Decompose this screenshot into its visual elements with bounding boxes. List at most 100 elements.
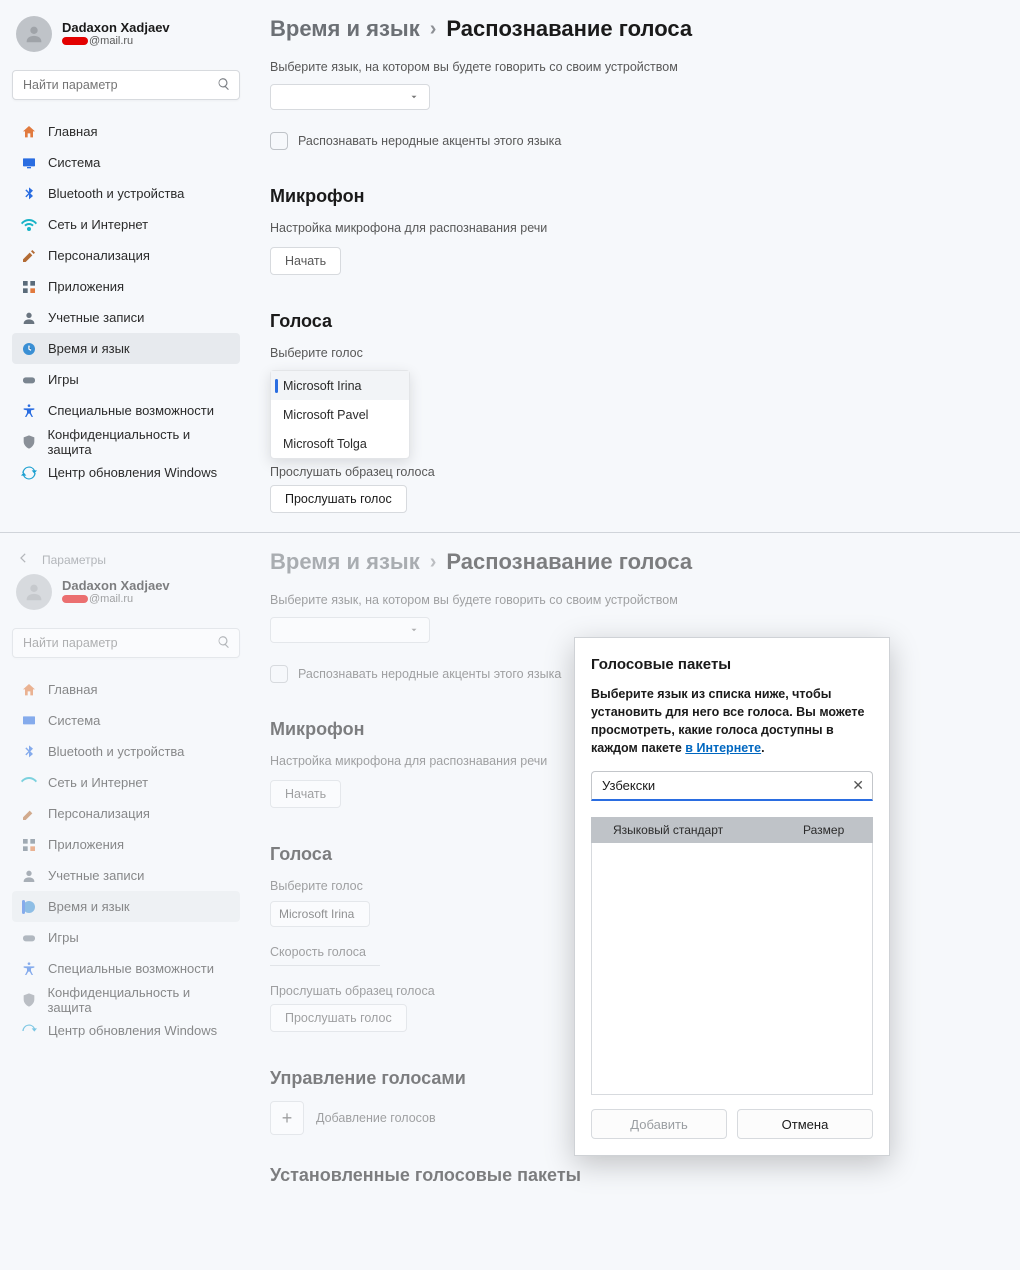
sidebar-item-privacy[interactable]: Конфиденциальность и защита	[12, 426, 240, 457]
voice-option[interactable]: Microsoft Pavel	[271, 400, 409, 429]
chevron-right-icon: ›	[430, 18, 437, 41]
accessibility-icon	[20, 402, 38, 420]
gaming-icon	[20, 929, 38, 947]
breadcrumb-parent[interactable]: Время и язык	[270, 16, 420, 42]
update-icon	[20, 1022, 38, 1040]
dialog-cancel-button[interactable]: Отмена	[737, 1109, 873, 1139]
internet-link[interactable]: в Интернете	[685, 741, 761, 755]
breadcrumb-parent[interactable]: Время и язык	[270, 549, 420, 575]
sidebar-item-accounts[interactable]: Учетные записи	[12, 860, 240, 891]
update-icon	[20, 464, 38, 482]
language-search-input[interactable]: ✕	[591, 771, 873, 801]
breadcrumb: Время и язык › Распознавание голоса	[270, 545, 980, 591]
sidebar-item-privacy[interactable]: Конфиденциальность и защита	[12, 984, 240, 1015]
breadcrumb: Время и язык › Распознавание голоса	[270, 12, 980, 58]
sidebar-item-network[interactable]: Сеть и Интернет	[12, 209, 240, 240]
network-icon	[20, 216, 38, 234]
sidebar-item-system[interactable]: Система	[12, 147, 240, 178]
microphone-description: Настройка микрофона для распознавания ре…	[270, 219, 980, 237]
microphone-start-button[interactable]: Начать	[270, 247, 341, 275]
bluetooth-icon	[20, 185, 38, 203]
accents-label: Распознавать неродные акценты этого язык…	[298, 134, 561, 148]
sidebar-item-home[interactable]: Главная	[12, 674, 240, 705]
dialog-title: Голосовые пакеты	[591, 656, 873, 673]
voice-option[interactable]: Microsoft Tolga	[271, 429, 409, 458]
sidebar-item-update[interactable]: Центр обновления Windows	[12, 1015, 240, 1046]
sidebar-item-time-language[interactable]: Время и язык	[12, 333, 240, 364]
voices-heading: Голоса	[270, 311, 980, 332]
sidebar-item-accounts[interactable]: Учетные записи	[12, 302, 240, 333]
page-title: Распознавание голоса	[446, 16, 692, 42]
sidebar-item-accessibility[interactable]: Специальные возможности	[12, 953, 240, 984]
time-icon	[20, 898, 38, 916]
column-locale: Языковый стандарт	[591, 823, 803, 837]
voice-speed-label: Скорость голоса	[270, 945, 380, 966]
sidebar-item-update[interactable]: Центр обновления Windows	[12, 457, 240, 488]
sidebar-item-network[interactable]: Сеть и Интернет	[12, 767, 240, 798]
accents-checkbox[interactable]	[270, 665, 288, 683]
accents-checkbox[interactable]	[270, 132, 288, 150]
dialog-add-button[interactable]: Добавить	[591, 1109, 727, 1139]
personalize-icon	[20, 247, 38, 265]
microphone-start-button[interactable]: Начать	[270, 780, 341, 808]
bluetooth-icon	[20, 743, 38, 761]
preview-voice-button[interactable]: Прослушать голос	[270, 485, 407, 513]
sidebar-item-accessibility[interactable]: Специальные возможности	[12, 395, 240, 426]
privacy-icon	[20, 433, 37, 451]
user-email: @mail.ru	[62, 35, 170, 47]
home-icon	[20, 681, 38, 699]
search-input[interactable]	[12, 70, 240, 100]
user-email: @mail.ru	[62, 593, 170, 605]
voice-dropdown[interactable]: Microsoft Irina	[270, 901, 370, 927]
user-account[interactable]: Dadaxon Xadjaev @mail.ru	[12, 570, 240, 624]
sidebar-item-personalization[interactable]: Персонализация	[12, 798, 240, 829]
system-icon	[20, 154, 38, 172]
add-voices-button[interactable]: +	[270, 1101, 304, 1135]
personalize-icon	[20, 805, 38, 823]
preview-voice-label: Прослушать образец голоса	[270, 465, 980, 479]
network-icon	[20, 774, 38, 792]
language-description: Выберите язык, на котором вы будете гово…	[270, 591, 980, 609]
back-label: Параметры	[42, 553, 106, 567]
results-table-body	[591, 843, 873, 1095]
clear-input-icon[interactable]: ✕	[852, 777, 864, 794]
accessibility-icon	[20, 960, 38, 978]
apps-icon	[20, 836, 38, 854]
sidebar-item-gaming[interactable]: Игры	[12, 364, 240, 395]
avatar	[16, 574, 52, 610]
back-icon[interactable]	[16, 551, 30, 568]
sidebar-item-time-language[interactable]: Время и язык	[12, 891, 240, 922]
accounts-icon	[20, 867, 38, 885]
sidebar-item-gaming[interactable]: Игры	[12, 922, 240, 953]
sidebar-item-bluetooth[interactable]: Bluetooth и устройства	[12, 736, 240, 767]
user-name: Dadaxon Xadjaev	[62, 21, 170, 35]
language-dropdown[interactable]	[270, 84, 430, 110]
user-account[interactable]: Dadaxon Xadjaev @mail.ru	[12, 12, 240, 66]
avatar	[16, 16, 52, 52]
search-input[interactable]	[12, 628, 240, 658]
voice-dropdown-open[interactable]: Microsoft Irina Microsoft Pavel Microsof…	[270, 370, 410, 459]
sidebar-item-personalization[interactable]: Персонализация	[12, 240, 240, 271]
back-row[interactable]: Параметры	[12, 545, 240, 570]
preview-voice-button[interactable]: Прослушать голос	[270, 1004, 407, 1032]
home-icon	[20, 123, 38, 141]
language-dropdown[interactable]	[270, 617, 430, 643]
sidebar-item-home[interactable]: Главная	[12, 116, 240, 147]
dialog-description: Выберите язык из списка ниже, чтобы уста…	[591, 685, 873, 757]
language-description: Выберите язык, на котором вы будете гово…	[270, 58, 980, 76]
sidebar-item-system[interactable]: Система	[12, 705, 240, 736]
privacy-icon	[20, 991, 37, 1009]
voice-option[interactable]: Microsoft Irina	[271, 371, 409, 400]
accents-label: Распознавать неродные акценты этого язык…	[298, 667, 561, 681]
results-table-header: Языковый стандарт Размер	[591, 817, 873, 843]
accounts-icon	[20, 309, 38, 327]
installed-packages-heading: Установленные голосовые пакеты	[270, 1165, 980, 1186]
sidebar-item-apps[interactable]: Приложения	[12, 271, 240, 302]
sidebar-item-bluetooth[interactable]: Bluetooth и устройства	[12, 178, 240, 209]
search-icon	[217, 635, 231, 652]
gaming-icon	[20, 371, 38, 389]
sidebar-item-apps[interactable]: Приложения	[12, 829, 240, 860]
user-name: Dadaxon Xadjaev	[62, 579, 170, 593]
time-icon	[20, 340, 38, 358]
voice-packages-dialog: Голосовые пакеты Выберите язык из списка…	[574, 637, 890, 1156]
